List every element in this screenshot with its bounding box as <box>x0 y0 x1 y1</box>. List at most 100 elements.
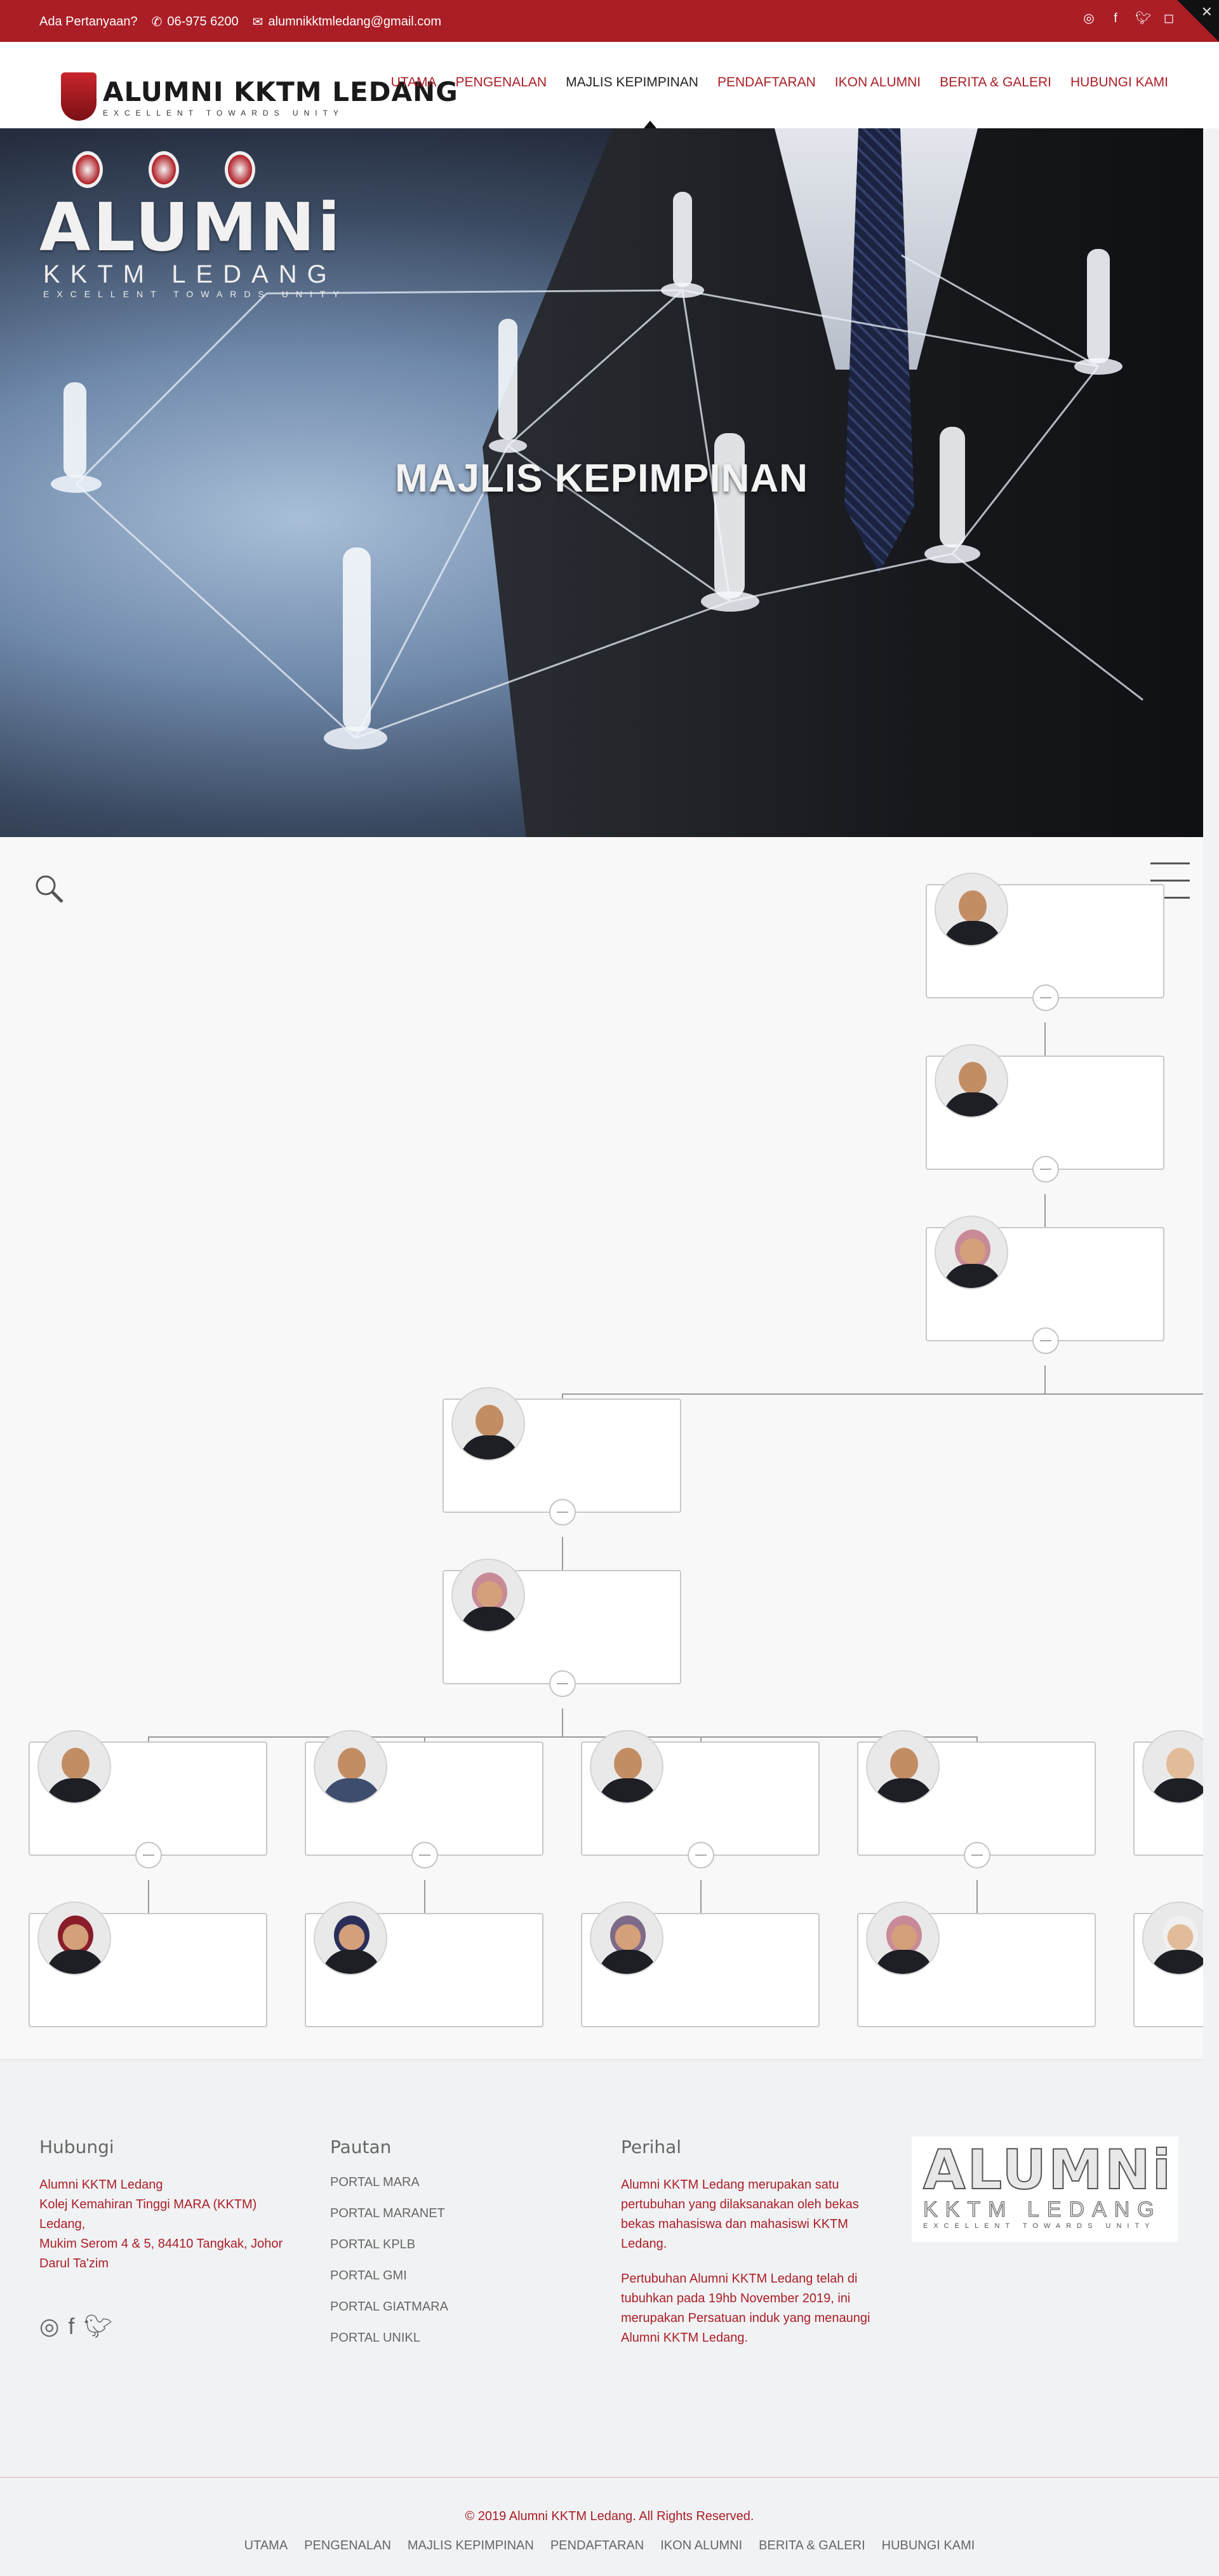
avatar <box>451 1387 525 1461</box>
org-node[interactable] <box>29 1902 267 2027</box>
footer-link[interactable]: PORTAL MARANET <box>330 2206 584 2221</box>
twitter-icon[interactable]: 🐦︎ <box>1135 11 1151 25</box>
org-node[interactable] <box>857 1902 1096 2027</box>
footer-link[interactable]: PORTAL GMI <box>330 2269 584 2283</box>
logo-crest-icon <box>61 72 97 121</box>
nav-majlis-kepimpinan[interactable]: MAJLIS KEPIMPINAN <box>566 75 698 90</box>
footer-nav-ikon-alumni[interactable]: IKON ALUMNI <box>660 2539 742 2553</box>
footer-nav: UTAMA PENGENALAN MAJLIS KEPIMPINAN PENDA… <box>0 2539 1219 2553</box>
facebook-icon[interactable]: f <box>1109 11 1122 25</box>
avatar <box>590 1902 663 1975</box>
nav-pengenalan[interactable]: PENGENALAN <box>456 75 547 90</box>
footer-bottom-bar: © 2019 Alumni KKTM Ledang. All Rights Re… <box>0 2477 1219 2576</box>
collapse-toggle[interactable] <box>1032 1156 1059 1183</box>
footer-nav-hubungi-kami[interactable]: HUBUNGI KAMI <box>882 2539 975 2553</box>
footer-pautan-title: Pautan <box>330 2137 392 2157</box>
nav-hubungi-kami[interactable]: HUBUNGI KAMI <box>1070 75 1168 90</box>
collapse-toggle[interactable] <box>549 1670 576 1697</box>
corner-close-tab[interactable] <box>1177 0 1219 42</box>
avatar <box>866 1902 940 1975</box>
footer-perihal-text: Pertubuhan Alumni KKTM Ledang telah di t… <box>621 2272 870 2345</box>
facebook-icon[interactable]: f <box>68 2313 74 2340</box>
footer-perihal: Perihal Alumni KKTM Ledang merupakan sat… <box>621 2137 888 2348</box>
org-node[interactable] <box>581 1730 820 1868</box>
org-node[interactable] <box>926 1044 1164 1183</box>
badge-icon <box>72 151 103 188</box>
footer-logo-subtitle: KKTM LEDANG <box>923 2197 1162 2222</box>
org-node[interactable] <box>443 1559 681 1697</box>
hero-banner: ALUMNi KKTM LEDANG EXCELLENT TOWARDS UNI… <box>0 128 1203 837</box>
horizontal-scrollbar[interactable]: ◀ ▶ <box>0 2059 1203 2060</box>
collapse-toggle[interactable] <box>135 1842 162 1868</box>
footer-nav-berita-galeri[interactable]: BERITA & GALERI <box>759 2539 865 2553</box>
nav-ikon-alumni[interactable]: IKON ALUMNI <box>835 75 921 90</box>
whatsapp-icon[interactable]: ◎ <box>1082 11 1096 25</box>
collapse-toggle[interactable] <box>411 1842 438 1868</box>
connector-line <box>1044 1365 1046 1393</box>
email-link[interactable]: ✉ alumnikktmledang@gmail.com <box>253 14 441 30</box>
footer-link[interactable]: PORTAL GIATMARA <box>330 2300 584 2314</box>
footer-perihal-title: Perihal <box>621 2137 682 2157</box>
close-icon[interactable]: ✕ <box>1201 4 1213 20</box>
org-node[interactable] <box>29 1730 267 1868</box>
avatar <box>935 873 1008 946</box>
org-node[interactable] <box>443 1387 681 1526</box>
footer-link[interactable]: PORTAL UNIKL <box>330 2331 584 2345</box>
footer-logo-title: ALUMNi <box>923 2138 1173 2202</box>
nav-berita-galeri[interactable]: BERITA & GALERI <box>940 75 1051 90</box>
phone-link[interactable]: ✆ 06-975 6200 <box>152 14 239 30</box>
collapse-toggle[interactable] <box>549 1499 576 1526</box>
org-node[interactable] <box>305 1902 543 2027</box>
footer-link[interactable]: PORTAL KPLB <box>330 2237 584 2252</box>
twitter-icon[interactable]: 🐦︎ <box>83 2313 112 2340</box>
hero-caption: MAJLIS KEPIMPINAN <box>395 457 808 500</box>
footer-social-links: ◎ f 🐦︎ <box>39 2313 112 2340</box>
active-nav-caret <box>644 121 656 128</box>
org-node[interactable] <box>857 1730 1096 1868</box>
badge-icon <box>149 151 179 188</box>
footer-nav-pendaftaran[interactable]: PENDAFTARAN <box>550 2539 644 2553</box>
org-node[interactable] <box>1133 1730 1203 1856</box>
footer-address-line: Kolej Kemahiran Tinggi MARA (KKTM) Ledan… <box>39 2197 257 2231</box>
mail-icon: ✉ <box>252 15 263 29</box>
org-chart-section: ◀ ▶ <box>0 837 1203 2060</box>
avatar <box>935 1216 1008 1289</box>
footer-nav-majlis-kepimpinan[interactable]: MAJLIS KEPIMPINAN <box>408 2539 534 2553</box>
footer-perihal-text: Alumni KKTM Ledang merupakan satu pertub… <box>621 2178 859 2251</box>
org-node[interactable] <box>305 1730 543 1868</box>
instagram-icon[interactable]: ◻ <box>1162 11 1176 25</box>
email-address: alumnikktmledang@gmail.com <box>268 15 442 29</box>
footer-nav-utama[interactable]: UTAMA <box>244 2539 288 2553</box>
hero-logo-tagline: EXCELLENT TOWARDS UNITY <box>43 289 347 299</box>
main-nav: UTAMA PENGENALAN MAJLIS KEPIMPINAN PENDA… <box>391 75 1168 90</box>
footer-nav-pengenalan[interactable]: PENGENALAN <box>304 2539 391 2553</box>
collapse-toggle[interactable] <box>1032 1327 1059 1354</box>
org-node[interactable] <box>926 1216 1164 1354</box>
footer-hubungi: Hubungi Alumni KKTM Ledang Kolej Kemahir… <box>39 2137 293 2274</box>
hero-logo-subtitle: KKTM LEDANG <box>43 260 337 288</box>
avatar <box>314 1902 387 1975</box>
collapse-toggle[interactable] <box>688 1842 714 1868</box>
footer-address-line: Mukim Serom 4 & 5, 84410 Tangkak, Johor … <box>39 2237 283 2271</box>
nav-pendaftaran[interactable]: PENDAFTARAN <box>717 75 816 90</box>
hero-logo: ALUMNi KKTM LEDANG EXCELLENT TOWARDS UNI… <box>39 151 347 299</box>
collapse-toggle[interactable] <box>1032 984 1059 1011</box>
hero-badges <box>72 151 347 188</box>
org-node[interactable] <box>926 873 1164 1011</box>
avatar <box>451 1559 525 1632</box>
logo-tagline: EXCELLENT TOWARDS UNITY <box>103 108 344 117</box>
badge-icon <box>225 151 255 188</box>
org-node[interactable] <box>1133 1902 1203 2027</box>
avatar <box>935 1044 1008 1118</box>
site-footer: Hubungi Alumni KKTM Ledang Kolej Kemahir… <box>0 2073 1219 2473</box>
instagram-icon[interactable]: ◎ <box>39 2313 59 2340</box>
org-node[interactable] <box>581 1902 820 2027</box>
nav-utama[interactable]: UTAMA <box>391 75 437 90</box>
phone-number: 06-975 6200 <box>167 15 239 29</box>
collapse-toggle[interactable] <box>964 1842 990 1868</box>
contact-info: Ada Pertanyaan? ✆ 06-975 6200 ✉ alumnikk… <box>39 14 441 30</box>
footer-hubungi-title: Hubungi <box>39 2137 114 2157</box>
footer-link[interactable]: PORTAL MARA <box>330 2175 584 2190</box>
question-text: Ada Pertanyaan? <box>39 15 138 29</box>
search-icon[interactable] <box>33 873 65 904</box>
